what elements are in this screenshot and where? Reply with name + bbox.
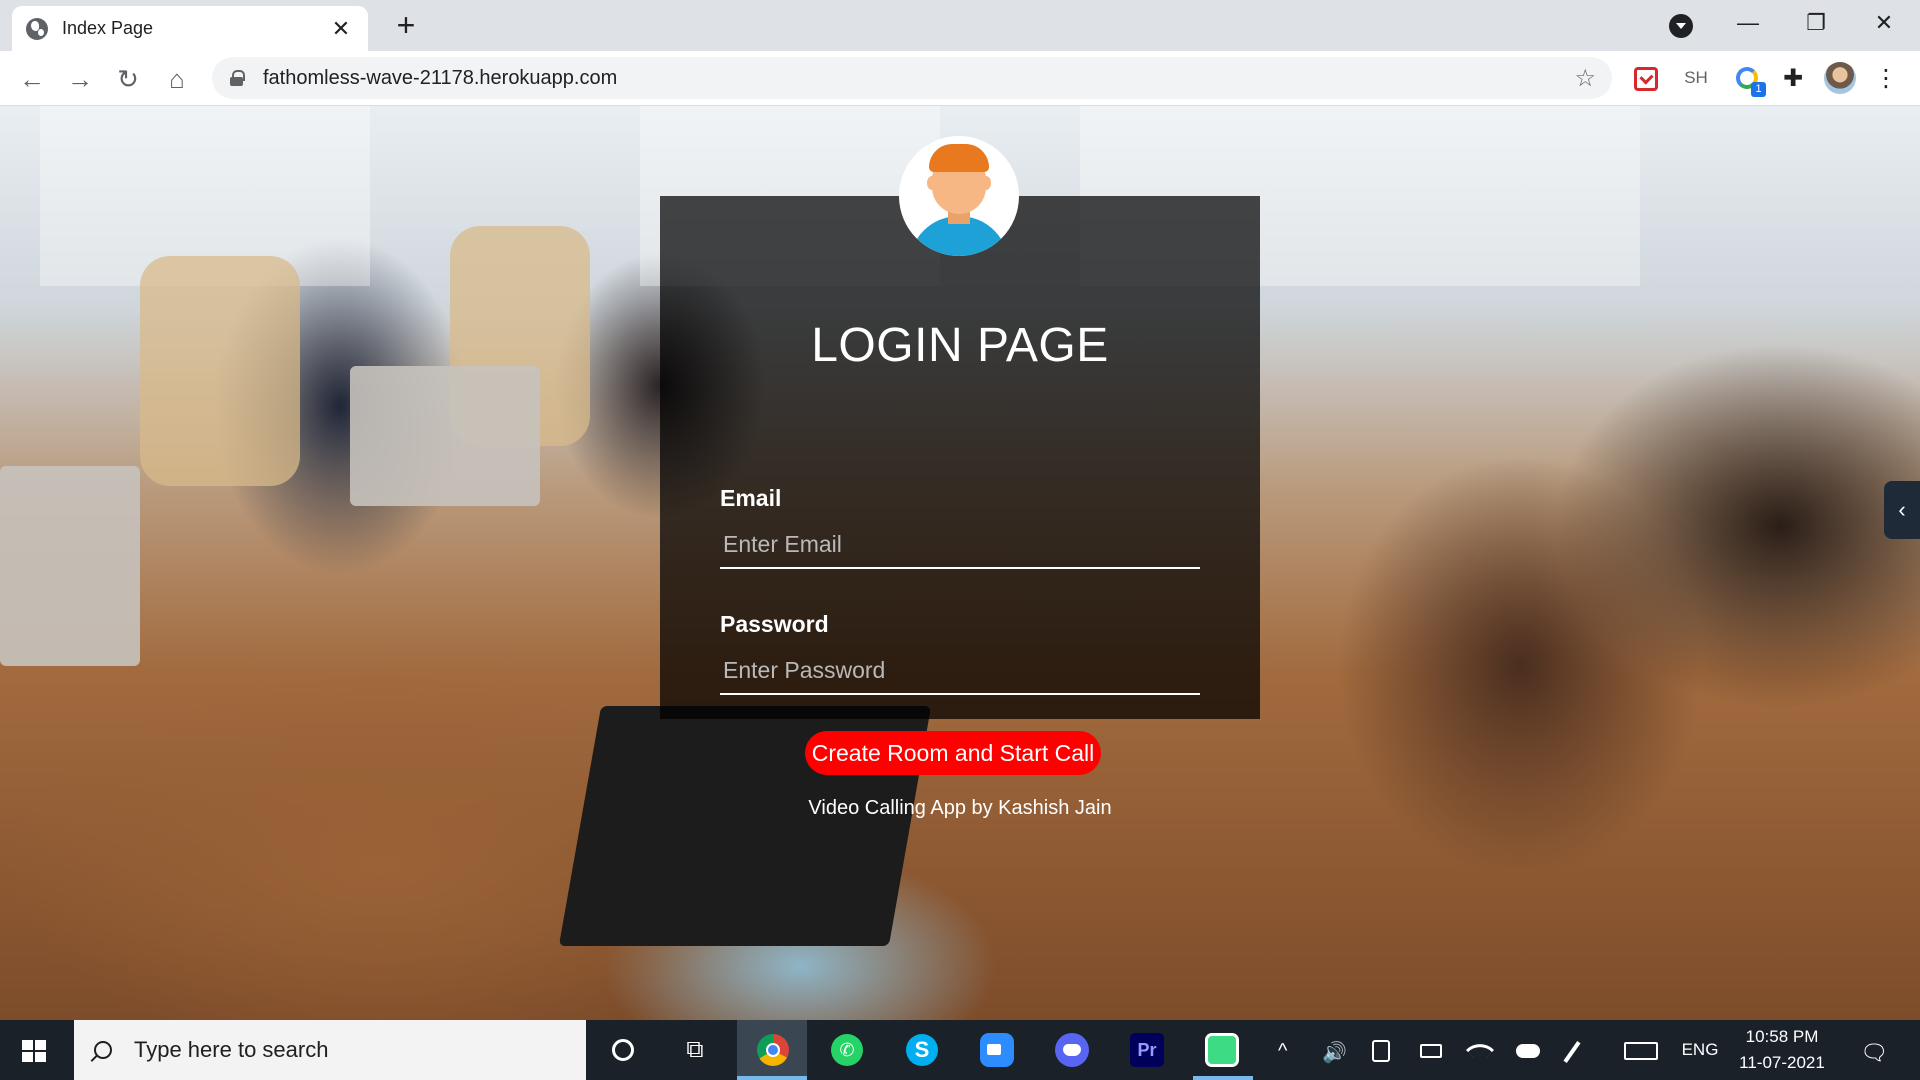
address-bar[interactable]: fathomless-wave-21178.herokuapp.com ☆ [212,57,1612,99]
taskbar-search-placeholder: Type here to search [134,1037,329,1062]
password-label: Password [720,611,829,637]
create-room-button[interactable]: Create Room and Start Call [805,731,1101,775]
onedrive-cloud-icon[interactable] [1516,1044,1540,1058]
home-button[interactable]: ⌂ [160,62,194,96]
windows-start-icon[interactable] [22,1040,46,1062]
skype-logo: S [906,1034,938,1066]
screen-capture-app-icon[interactable] [1204,1032,1240,1068]
clock-date[interactable]: 11-07-2021 [1732,1053,1832,1073]
touch-keyboard-icon[interactable] [1624,1042,1658,1060]
browser-menu-icon[interactable]: ⋮ [1874,63,1898,93]
close-window-button[interactable]: ✕ [1869,8,1899,38]
start-tile [35,1052,46,1062]
reload-button[interactable]: ↻ [111,62,145,96]
search-icon [94,1041,112,1059]
volume-icon[interactable]: 🔊 [1322,1040,1347,1065]
start-tile [22,1052,33,1062]
extensions-puzzle-icon[interactable]: ✚ [1778,63,1808,93]
side-panel-toggle[interactable]: ‹ [1884,481,1920,539]
battery-icon[interactable] [1420,1044,1442,1058]
cortana-icon[interactable] [605,1032,641,1068]
minimize-button[interactable]: — [1733,8,1763,38]
discord-logo [1055,1033,1089,1067]
background-laptop [0,466,140,666]
clock-time[interactable]: 10:58 PM [1732,1027,1832,1047]
restore-button[interactable]: ❐ [1801,8,1831,38]
email-field[interactable] [720,521,1200,569]
discord-app-icon[interactable] [1054,1032,1090,1068]
active-indicator [737,1076,807,1080]
skype-app-icon[interactable]: S [904,1032,940,1068]
start-tile [35,1040,46,1050]
url-text[interactable]: fathomless-wave-21178.herokuapp.com [263,67,1574,90]
tray-chevron-icon[interactable]: ^ [1278,1040,1287,1063]
password-field[interactable] [720,647,1200,695]
profile-avatar[interactable] [1824,62,1856,94]
background-laptop [350,366,540,506]
sh-extension-button[interactable]: SH [1680,63,1712,93]
browser-tabstrip: Index Page ✕ + — ❐ ✕ [0,0,1920,51]
browser-toolbar: ← → ↻ ⌂ fathomless-wave-21178.herokuapp.… [0,51,1920,106]
windows-taskbar: Type here to search ⧉ ✆ S Pr ^ 🔊 ENG 10:… [0,1020,1920,1080]
zoom-app-icon[interactable] [979,1032,1015,1068]
running-indicator [1193,1076,1253,1080]
extension-badge: 1 [1751,82,1766,97]
browser-tab-active[interactable]: Index Page ✕ [12,6,368,51]
screen-capture-logo [1205,1033,1239,1067]
new-tab-button[interactable]: + [390,9,422,41]
cortana-ring [612,1039,634,1061]
forward-button[interactable]: → [63,62,97,96]
tab-title: Index Page [62,18,154,38]
chrome-logo [757,1034,789,1066]
background-chair [140,256,300,486]
login-card [660,196,1260,719]
lock-icon[interactable] [230,70,245,86]
tab-search-icon[interactable] [1669,14,1693,38]
start-tile [22,1040,33,1050]
pen-icon[interactable] [1563,1041,1581,1063]
globe-icon [26,17,48,40]
meet-now-icon[interactable] [1372,1040,1390,1062]
whatsapp-logo: ✆ [831,1034,863,1066]
app-credit: Video Calling App by Kashish Jain [808,797,1112,819]
premiere-app-icon[interactable]: Pr [1129,1032,1165,1068]
zoom-logo [980,1033,1014,1067]
pocket-extension-icon[interactable] [1634,67,1658,91]
back-button[interactable]: ← [15,62,49,96]
login-title: LOGIN PAGE [811,319,1109,372]
premiere-logo: Pr [1130,1033,1164,1067]
task-view-icon[interactable]: ⧉ [677,1032,713,1068]
notifications-icon[interactable]: 🗨 [1860,1040,1888,1066]
wifi-icon[interactable] [1465,1035,1495,1065]
whatsapp-app-icon[interactable]: ✆ [829,1032,865,1068]
language-indicator[interactable]: ENG [1678,1040,1722,1060]
email-label: Email [720,485,782,511]
close-tab-button[interactable]: ✕ [328,16,354,42]
multi-extension-icon[interactable]: 1 [1732,63,1766,97]
taskbar-search-input[interactable]: Type here to search [74,1020,586,1080]
chrome-app-icon[interactable] [755,1032,791,1068]
bookmark-star-icon[interactable]: ☆ [1574,64,1596,93]
avatar-hair [929,144,989,172]
user-avatar-icon [899,136,1019,256]
